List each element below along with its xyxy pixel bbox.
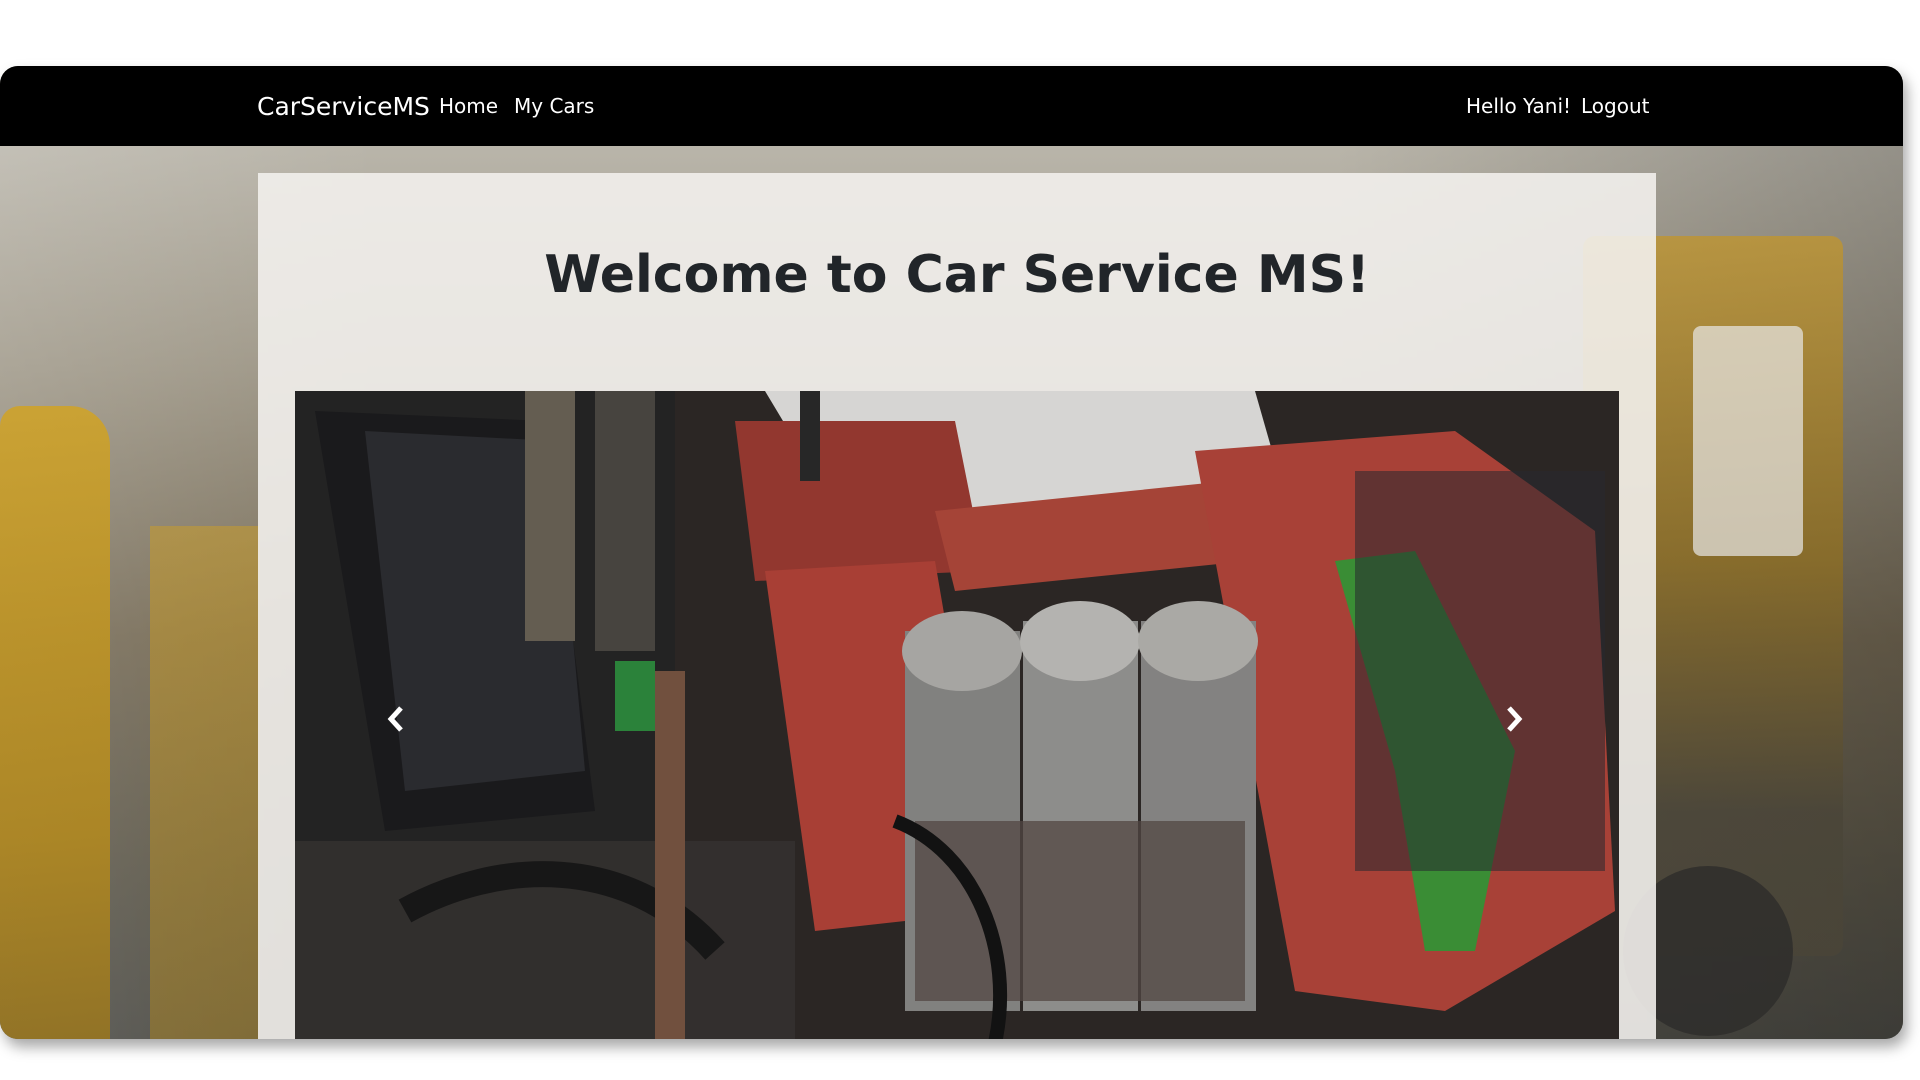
image-carousel: [295, 391, 1619, 1039]
logout-link[interactable]: Logout: [1581, 94, 1649, 118]
nav-my-cars-link[interactable]: My Cars: [514, 94, 594, 118]
background-shape: [0, 406, 110, 1039]
brand-link[interactable]: CarServiceMS: [257, 92, 430, 121]
chevron-left-icon: [387, 706, 403, 732]
chevron-right-icon: [1507, 706, 1523, 732]
engine-bay-photo: [295, 391, 1619, 1039]
carousel-prev-button[interactable]: [376, 699, 416, 739]
welcome-panel: Welcome to Car Service MS!: [258, 173, 1656, 1039]
navbar: CarServiceMS Home My Cars Hello Yani! Lo…: [0, 66, 1903, 146]
carousel-next-button[interactable]: [1494, 699, 1534, 739]
nav-home-link[interactable]: Home: [439, 94, 498, 118]
background-shape: [150, 526, 260, 1039]
page-title: Welcome to Car Service MS!: [544, 245, 1370, 305]
user-greeting-link[interactable]: Hello Yani!: [1466, 94, 1571, 118]
background-shape: [1693, 326, 1803, 556]
browser-viewport: CarServiceMS Home My Cars Hello Yani! Lo…: [0, 66, 1903, 1039]
